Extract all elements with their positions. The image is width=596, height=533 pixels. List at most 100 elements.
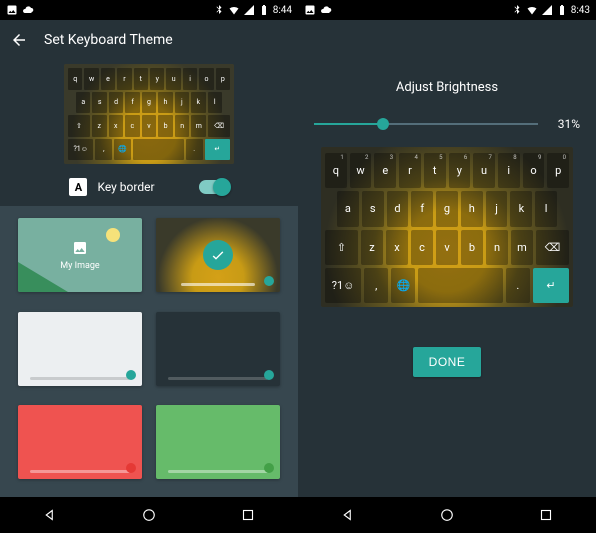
key: r4	[399, 153, 421, 188]
cloud-icon	[320, 4, 332, 16]
key: x	[109, 115, 124, 137]
key: ,	[95, 139, 112, 161]
key: e	[101, 68, 115, 90]
key-border-toggle[interactable]	[199, 180, 229, 194]
key: c	[411, 230, 433, 265]
theme-custom-selected[interactable]	[156, 218, 280, 292]
nav-recent-icon[interactable]	[537, 506, 555, 524]
check-icon	[203, 240, 233, 270]
key: w	[84, 68, 98, 90]
key	[418, 268, 502, 303]
nav-back-icon[interactable]	[41, 506, 59, 524]
keyboard-preview: qwertyuiopasdfghjkl⇧zxcvbnm⌫?1☺,🌐.↵	[0, 60, 298, 172]
theme-green[interactable]	[156, 405, 280, 479]
key: p	[216, 68, 230, 90]
key: i	[183, 68, 197, 90]
brightness-slider[interactable]: 31%	[314, 117, 580, 131]
key: b	[158, 115, 173, 137]
key: r	[117, 68, 131, 90]
key: t	[134, 68, 148, 90]
key-border-label: Key border	[97, 180, 154, 194]
key: s	[92, 92, 106, 114]
bluetooth-icon	[213, 4, 225, 16]
key: u7	[473, 153, 495, 188]
keyboard-preview-large: q1w2e3r4t5y6u7i8o9p0asdfghjkl⇧zxcvbnm⌫?1…	[321, 147, 573, 307]
key: ?1☺	[68, 139, 93, 161]
key: ⌫	[536, 230, 569, 265]
key: l	[535, 191, 557, 226]
theme-dark[interactable]	[156, 312, 280, 386]
key: j	[175, 92, 189, 114]
key: h	[461, 191, 483, 226]
key: 🌐	[391, 268, 415, 303]
signal-icon	[541, 4, 553, 16]
key: m	[191, 115, 206, 137]
key: v	[436, 230, 458, 265]
status-time: 8:43	[571, 5, 590, 16]
key: ↵	[533, 268, 569, 303]
theme-red[interactable]	[18, 405, 142, 479]
brightness-title: Adjust Brightness	[396, 80, 498, 95]
back-icon[interactable]	[10, 31, 28, 49]
nav-home-icon[interactable]	[438, 506, 456, 524]
key: g	[436, 191, 458, 226]
nav-recent-icon[interactable]	[239, 506, 257, 524]
key: p0	[547, 153, 569, 188]
key: y	[150, 68, 164, 90]
key: m	[511, 230, 533, 265]
key: f	[125, 92, 139, 114]
wifi-icon	[228, 4, 240, 16]
key: e3	[374, 153, 396, 188]
key: ?1☺	[325, 268, 361, 303]
nav-home-icon[interactable]	[140, 506, 158, 524]
cloud-icon	[22, 4, 34, 16]
key: .	[506, 268, 530, 303]
key: s	[362, 191, 384, 226]
done-button[interactable]: DONE	[413, 347, 482, 377]
key: t5	[424, 153, 446, 188]
battery-icon	[556, 4, 568, 16]
key: d	[387, 191, 409, 226]
key: g	[142, 92, 156, 114]
key: .	[186, 139, 203, 161]
key: ,	[364, 268, 388, 303]
screen-theme-picker: 8:44 Set Keyboard Theme qwertyuiopasdfgh…	[0, 0, 298, 533]
key: k	[191, 92, 205, 114]
key: q1	[325, 153, 347, 188]
key-border-row: A Key border	[0, 172, 298, 206]
key: v	[142, 115, 157, 137]
bluetooth-icon	[511, 4, 523, 16]
key: l	[208, 92, 222, 114]
theme-my-image[interactable]: My Image	[18, 218, 142, 292]
brightness-value: 31%	[546, 117, 580, 131]
nav-back-icon[interactable]	[339, 506, 357, 524]
key: k	[510, 191, 532, 226]
screen-brightness: 8:43 Adjust Brightness 31% q1w2e3r4t5y6u…	[298, 0, 596, 533]
nav-bar	[298, 497, 596, 533]
page-title: Set Keyboard Theme	[44, 32, 173, 48]
status-time: 8:44	[273, 5, 292, 16]
key: a	[76, 92, 90, 114]
key: c	[125, 115, 140, 137]
theme-light[interactable]	[18, 312, 142, 386]
key: 🌐	[114, 139, 131, 161]
key: ⇧	[325, 230, 358, 265]
key: o9	[523, 153, 545, 188]
key: j	[486, 191, 508, 226]
key: u	[166, 68, 180, 90]
nav-bar	[0, 497, 298, 533]
key: n	[486, 230, 508, 265]
key: y6	[449, 153, 471, 188]
picture-icon	[304, 4, 316, 16]
key: n	[175, 115, 190, 137]
app-header: Set Keyboard Theme	[0, 20, 298, 60]
key: z	[361, 230, 383, 265]
battery-icon	[258, 4, 270, 16]
picture-icon	[6, 4, 18, 16]
key: q	[68, 68, 82, 90]
status-bar: 8:44	[0, 0, 298, 20]
key: d	[109, 92, 123, 114]
key: o	[199, 68, 213, 90]
key: ↵	[205, 139, 230, 161]
key: ⇧	[68, 115, 90, 137]
